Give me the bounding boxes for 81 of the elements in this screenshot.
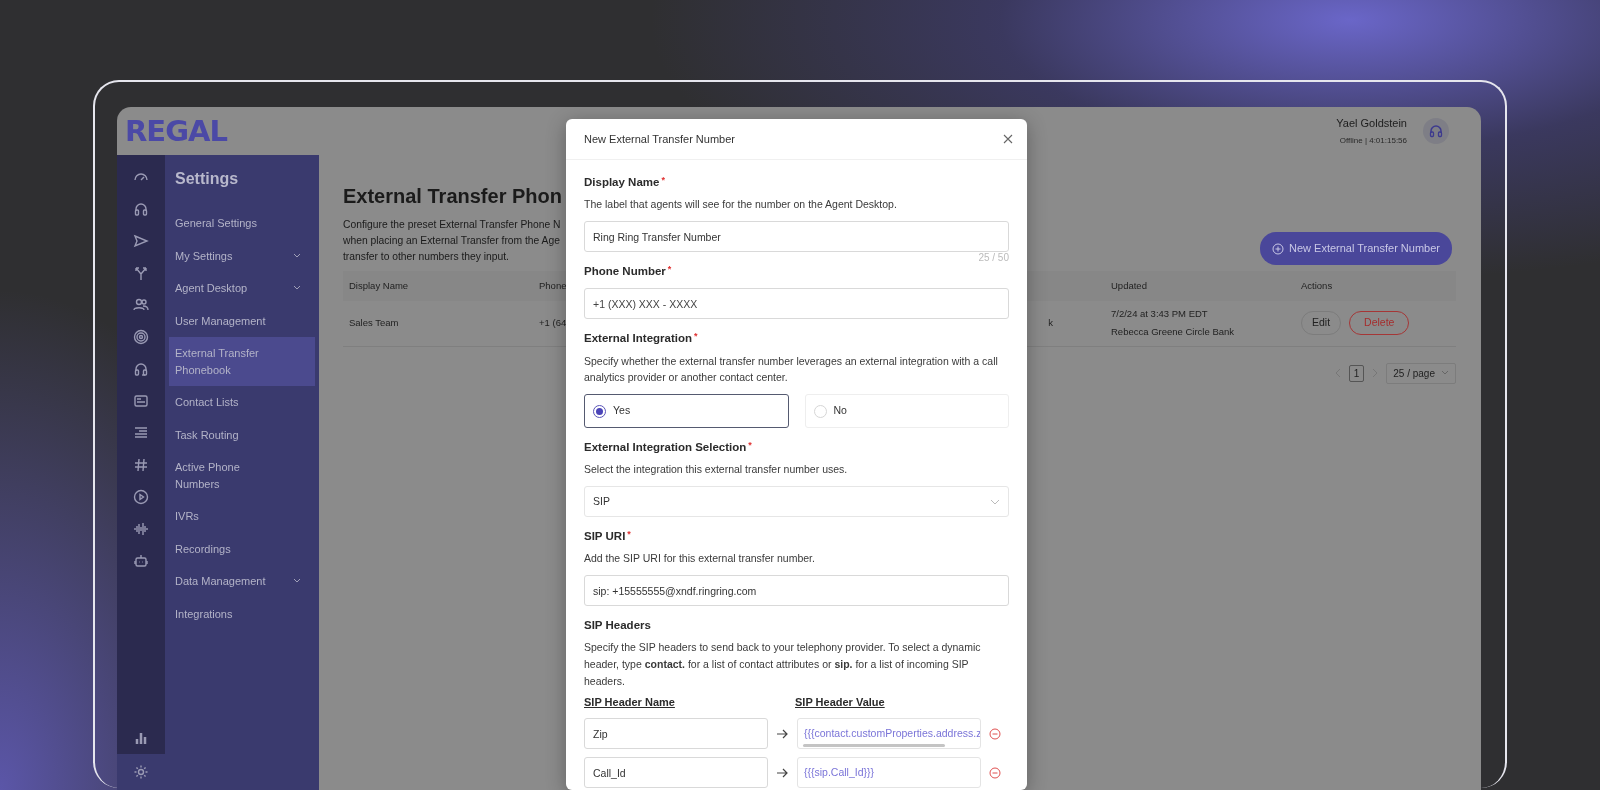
close-button[interactable] xyxy=(1003,134,1013,144)
field-label: External Integration * xyxy=(584,330,699,347)
remove-button[interactable] xyxy=(989,766,1001,779)
close-icon xyxy=(1003,134,1013,144)
sidebar-item[interactable]: My Settings xyxy=(169,239,315,272)
table-cell: Sales Team xyxy=(343,301,533,347)
required-mark: * xyxy=(627,529,631,540)
header-value-field[interactable]: {{{sip.Call_Id}}} xyxy=(797,757,981,789)
scrollbar[interactable] xyxy=(803,744,945,748)
play-icon xyxy=(132,488,150,506)
field-label: SIP URI * xyxy=(584,528,632,545)
hash-icon xyxy=(132,456,150,474)
sidebar-item[interactable]: Data Management xyxy=(169,565,315,598)
card-icon xyxy=(132,392,150,410)
fork-icon xyxy=(132,264,150,282)
sidebar-item[interactable]: Task Routing xyxy=(169,418,315,451)
user-name: Yael Goldstein xyxy=(1336,115,1407,131)
chevron-down-icon xyxy=(1441,370,1449,377)
column-heading: SIP Header Value xyxy=(795,694,885,710)
radio-option[interactable]: No xyxy=(804,394,1009,429)
modal-title: New External Transfer Number xyxy=(584,131,735,147)
sidebar-item[interactable]: Contact Lists xyxy=(169,386,315,419)
page-title: External Transfer Phon xyxy=(343,184,562,209)
send-icon xyxy=(132,232,150,250)
settings-icon xyxy=(132,763,150,781)
headset-icon xyxy=(1428,123,1444,139)
field-label: SIP Headers xyxy=(584,618,652,634)
arrow-right-icon xyxy=(776,766,789,779)
page-size-select[interactable]: 25 / page xyxy=(1386,362,1456,384)
field-description: Specify the SIP headers to send back to your telephony provider. To select a dynamic header, type contact. for a list of contact attributes or sip. for a list of incoming SIP headers. xyxy=(584,640,982,690)
header-name-field[interactable]: Zip xyxy=(584,718,768,750)
chevron-down-icon xyxy=(990,498,1000,505)
avatar[interactable] xyxy=(1423,118,1449,144)
sidebar-item[interactable]: External Transfer Phonebook xyxy=(169,337,315,386)
waveform-icon xyxy=(132,520,150,538)
select-field[interactable]: SIP xyxy=(584,486,1009,518)
text-field[interactable]: sip: +15555555@xndf.ringring.com xyxy=(584,575,1009,607)
robot-icon xyxy=(132,552,150,570)
remove-button[interactable] xyxy=(989,727,1001,740)
sidebar-item[interactable]: Recordings xyxy=(169,532,315,565)
sidebar-item[interactable]: Active Phone Numbers xyxy=(169,451,315,500)
required-mark: * xyxy=(661,175,665,185)
minus-circle-icon xyxy=(989,766,1001,779)
column-header: Updated xyxy=(1105,270,1295,302)
field-description: Specify whether the external transfer number leverages an external integration with a call analytics provider or another contact center. xyxy=(584,353,999,386)
sidebar-item[interactable]: IVRs xyxy=(169,500,315,533)
text-field[interactable]: +1 (XXX) XXX - XXXX xyxy=(584,288,1009,320)
sidebar-item[interactable]: User Management xyxy=(169,304,315,337)
text-field[interactable]: Ring Ring Transfer Number xyxy=(584,221,1009,253)
headset-icon xyxy=(132,360,150,378)
required-mark: * xyxy=(748,440,752,451)
field-description: Select the integration this external transfer number uses. xyxy=(584,462,849,478)
header-value-field[interactable]: {{{contact.customProperties.address.z xyxy=(797,718,981,750)
sidebar-item[interactable]: General Settings xyxy=(169,207,315,240)
header-name-field[interactable]: Call_Id xyxy=(584,757,768,789)
table-cell-text: 7/2/24 at 3:43 PM EDT xyxy=(1111,307,1209,322)
headset-icon xyxy=(132,200,150,218)
arrow-right-icon xyxy=(776,727,789,740)
radio-option[interactable]: Yes xyxy=(584,394,789,429)
required-mark: * xyxy=(694,331,698,342)
table-cell-text: Rebecca Greene Circle Bank xyxy=(1111,325,1236,340)
field-label: External Integration Selection * xyxy=(584,439,753,456)
logo: REGAL xyxy=(125,116,227,146)
minus-circle-icon xyxy=(989,727,1001,740)
field-description: Add the SIP URI for this external transfer number. xyxy=(584,551,816,567)
page-description: Configure the preset External Transfer Phone N when placing an External Transfer from the Age transfer to other numbers they input. xyxy=(343,218,561,264)
column-header: Display Name xyxy=(343,270,533,302)
column-heading: SIP Header Name xyxy=(584,694,676,710)
sidebar-title: Settings xyxy=(174,169,240,189)
field-label: Display Name * xyxy=(584,174,666,190)
column-header: Actions xyxy=(1295,270,1456,302)
nav-settings-button[interactable] xyxy=(117,754,165,790)
sidebar-item[interactable]: Integrations xyxy=(169,597,315,630)
plus-circle-icon xyxy=(1272,242,1284,255)
new-number-button[interactable]: New External Transfer Number xyxy=(1260,232,1452,265)
character-counter: 25 / 50 xyxy=(977,252,1009,264)
user-status: Offline | 4:01:15:56 xyxy=(1338,135,1407,148)
sidebar-item[interactable]: Agent Desktop xyxy=(169,272,315,305)
field-description: The label that agents will see for the number on the Agent Desktop. xyxy=(584,197,898,213)
target-icon xyxy=(132,328,150,346)
page-button[interactable]: 1 xyxy=(1348,364,1365,382)
